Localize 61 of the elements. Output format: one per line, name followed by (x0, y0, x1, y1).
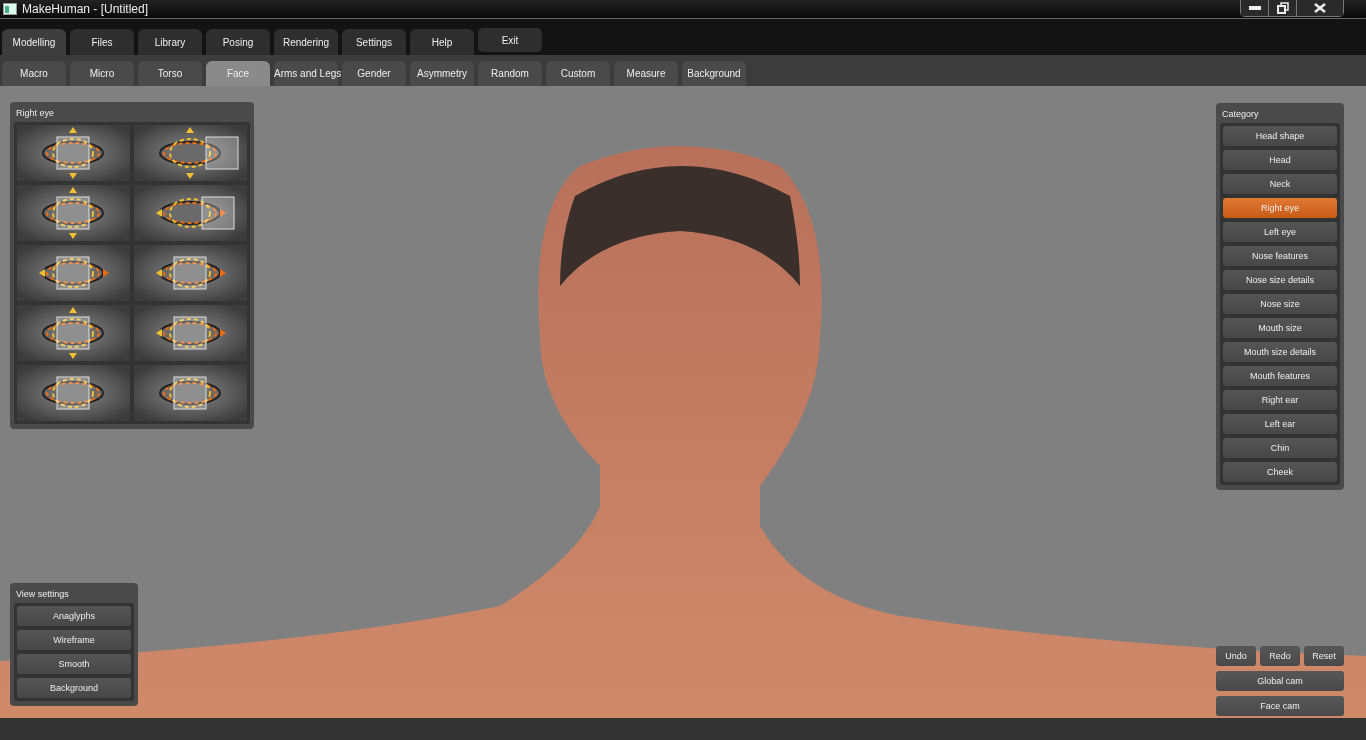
category-button[interactable]: Nose size details (1223, 270, 1337, 290)
eye-modifier-thumbnail[interactable] (17, 125, 130, 181)
eye-modifier-thumbnail[interactable] (134, 185, 247, 241)
panel-title: Category (1221, 108, 1260, 121)
category-button[interactable]: Cheek (1223, 462, 1337, 482)
main-tab[interactable]: Modelling (2, 29, 66, 55)
sub-tab[interactable]: Background (682, 61, 746, 86)
category-button[interactable]: Neck (1223, 174, 1337, 194)
camera-button[interactable]: Global cam (1216, 671, 1344, 691)
panel-title: Right eye (15, 107, 56, 120)
sub-tab[interactable]: Micro (70, 61, 134, 86)
sub-tab[interactable]: Gender (342, 61, 406, 86)
category-button[interactable]: Nose features (1223, 246, 1337, 266)
category-button[interactable]: Head (1223, 150, 1337, 170)
eye-modifier-thumbnail[interactable] (134, 365, 247, 421)
minimize-button[interactable] (1241, 0, 1269, 16)
eye-modifier-thumbnail[interactable] (134, 305, 247, 361)
main-tab[interactable]: Library (138, 29, 202, 55)
eye-modifier-thumbnail[interactable] (17, 365, 130, 421)
eye-modifier-thumbnail[interactable] (17, 185, 130, 241)
sub-tab[interactable]: Asymmetry (410, 61, 474, 86)
category-button[interactable]: Nose size (1223, 294, 1337, 314)
restore-button[interactable] (1269, 0, 1297, 16)
category-button[interactable]: Left ear (1223, 414, 1337, 434)
close-button[interactable] (1297, 0, 1343, 16)
sub-tab[interactable]: Custom (546, 61, 610, 86)
sub-tab[interactable]: Measure (614, 61, 678, 86)
history-button[interactable]: Reset (1304, 646, 1344, 666)
panel-title: View settings (15, 588, 70, 601)
window-title: MakeHuman - [Untitled] (22, 2, 149, 16)
camera-button[interactable]: Face cam (1216, 696, 1344, 716)
app-icon (3, 3, 17, 15)
exit-button[interactable]: Exit (478, 28, 542, 52)
category-button[interactable]: Mouth size (1223, 318, 1337, 338)
main-tab[interactable]: Settings (342, 29, 406, 55)
sub-tab[interactable]: Random (478, 61, 542, 86)
main-tab[interactable]: Help (410, 29, 474, 55)
category-button[interactable]: Chin (1223, 438, 1337, 458)
category-button[interactable]: Head shape (1223, 126, 1337, 146)
eye-modifier-thumbnail[interactable] (17, 245, 130, 301)
main-tab[interactable]: Files (70, 29, 134, 55)
restore-icon (1276, 2, 1289, 14)
eye-modifier-thumbnail[interactable] (17, 305, 130, 361)
eye-modifier-thumbnail[interactable] (134, 245, 247, 301)
main-tab[interactable]: Rendering (274, 29, 338, 55)
eye-modifier-thumbnail[interactable] (134, 125, 247, 181)
category-button[interactable]: Right ear (1223, 390, 1337, 410)
main-tab[interactable]: Posing (206, 29, 270, 55)
view-setting-button[interactable]: Wireframe (17, 630, 131, 650)
history-button[interactable]: Undo (1216, 646, 1256, 666)
close-icon (1314, 3, 1326, 13)
view-setting-button[interactable]: Anaglyphs (17, 606, 131, 626)
history-button[interactable]: Redo (1260, 646, 1300, 666)
category-button[interactable]: Mouth size details (1223, 342, 1337, 362)
view-setting-button[interactable]: Smooth (17, 654, 131, 674)
minimize-icon (1248, 6, 1261, 10)
sub-tab[interactable]: Macro (2, 61, 66, 86)
sub-tab[interactable]: Torso (138, 61, 202, 86)
category-button[interactable]: Mouth features (1223, 366, 1337, 386)
category-button[interactable]: Left eye (1223, 222, 1337, 242)
view-setting-button[interactable]: Background (17, 678, 131, 698)
